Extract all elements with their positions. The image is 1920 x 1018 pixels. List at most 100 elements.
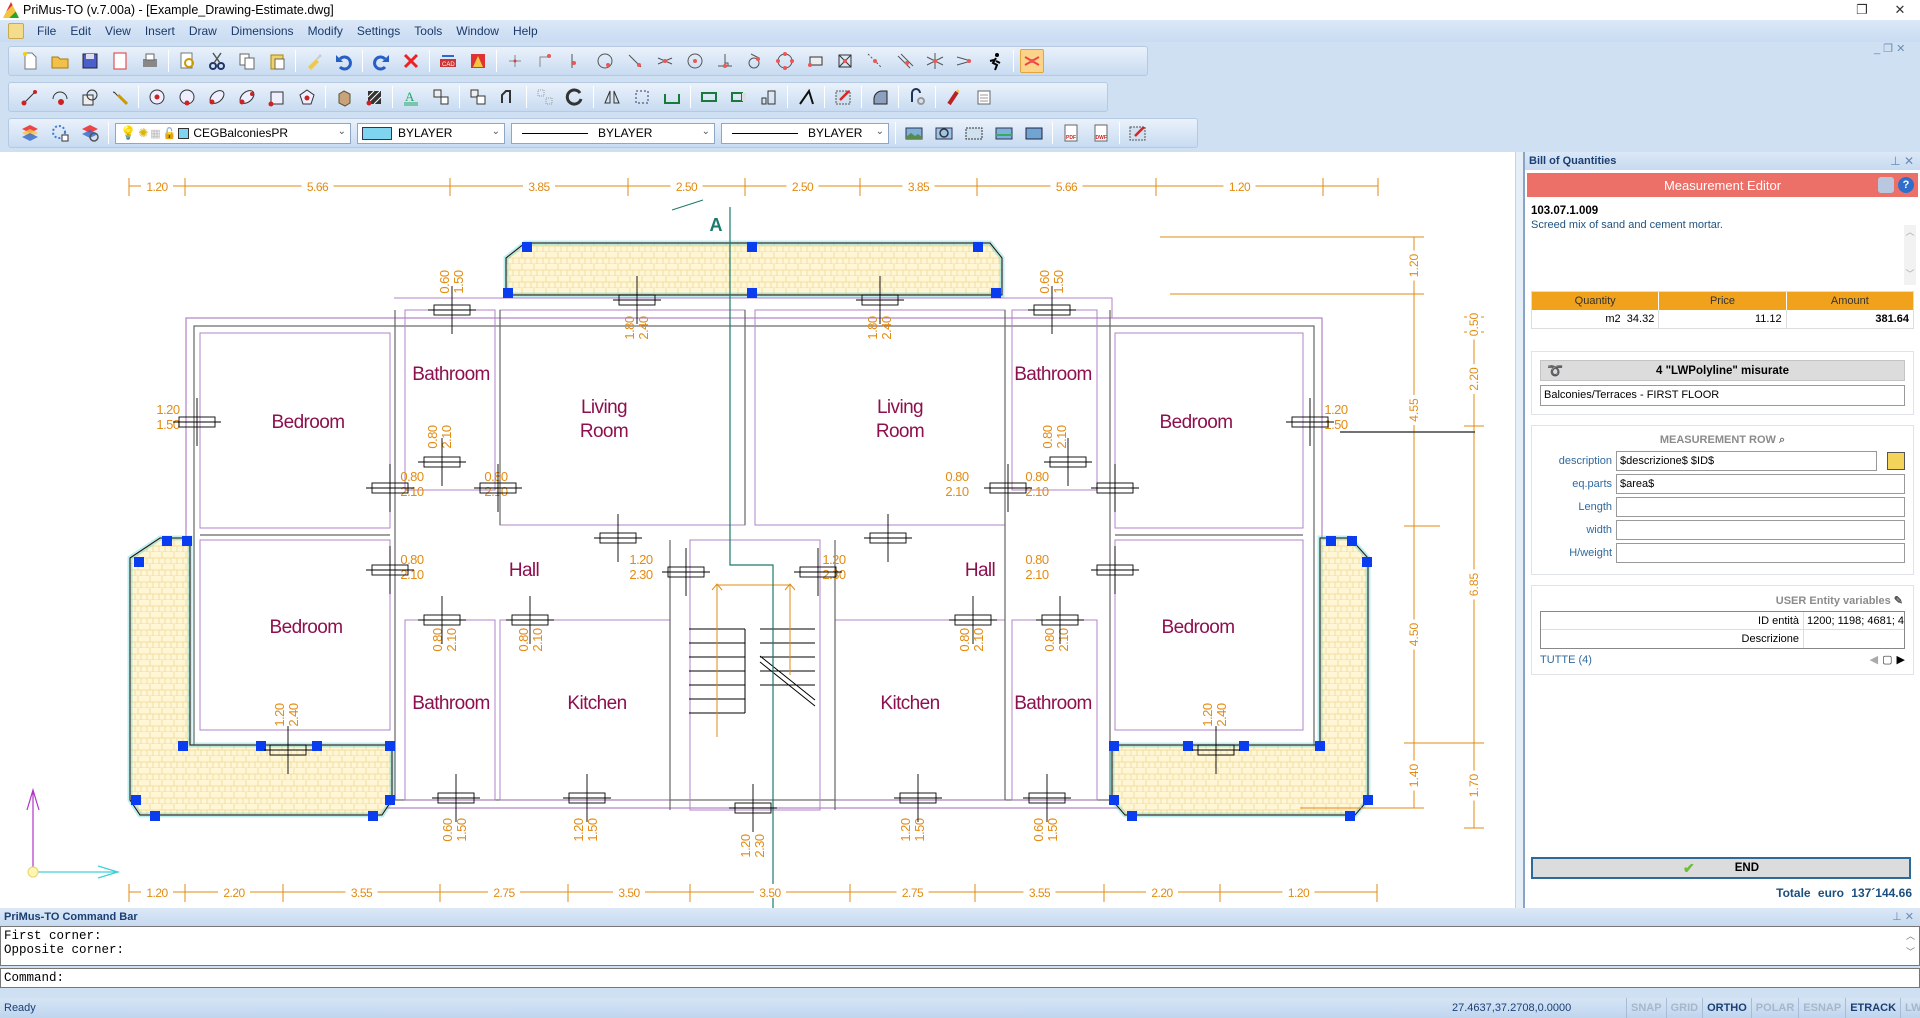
match-properties-icon[interactable] bbox=[302, 49, 326, 73]
snap-intersection-icon[interactable] bbox=[653, 49, 677, 73]
toggle-esnap[interactable]: ESNAP bbox=[1798, 998, 1845, 1018]
document-icon[interactable] bbox=[8, 23, 24, 39]
grip-handle[interactable] bbox=[385, 741, 395, 751]
polygon-icon[interactable] bbox=[295, 85, 319, 109]
snap-cross-2-icon[interactable] bbox=[953, 49, 977, 73]
description-input[interactable]: $descrizione$ $ID$ bbox=[1616, 451, 1877, 471]
grip-handle[interactable] bbox=[1345, 811, 1355, 821]
menu-help[interactable]: Help bbox=[506, 24, 545, 38]
image-clip-icon[interactable] bbox=[962, 121, 986, 145]
grip-handle[interactable] bbox=[1347, 536, 1357, 546]
new-file-icon[interactable] bbox=[18, 49, 42, 73]
sketch-icon[interactable] bbox=[108, 85, 132, 109]
settings-icon[interactable] bbox=[1878, 177, 1894, 193]
snap-parallel-icon[interactable] bbox=[893, 49, 917, 73]
grip-handle[interactable] bbox=[256, 741, 266, 751]
primus-logo-icon[interactable] bbox=[466, 49, 490, 73]
snap-extension-icon[interactable] bbox=[863, 49, 887, 73]
command-bar-pin-close[interactable]: ⊥ ✕ bbox=[1892, 908, 1914, 926]
grip-handle[interactable] bbox=[150, 811, 160, 821]
layer-dropdown[interactable]: 💡 ✺ ▦ 🔓 CEGBalconiesPR ⌄ bbox=[115, 122, 351, 144]
snap-nearest-icon[interactable] bbox=[623, 49, 647, 73]
trim-icon[interactable] bbox=[660, 85, 684, 109]
grip-handle[interactable] bbox=[385, 795, 395, 805]
rotate-icon[interactable] bbox=[563, 85, 587, 109]
grip-handle[interactable] bbox=[1362, 557, 1372, 567]
save-icon[interactable] bbox=[78, 49, 102, 73]
help-icon[interactable]: ? bbox=[1898, 177, 1914, 193]
3d-box-icon[interactable] bbox=[332, 85, 356, 109]
end-button[interactable]: ✔ END bbox=[1531, 857, 1911, 879]
grip-handle[interactable] bbox=[522, 242, 532, 252]
image-adjust-icon[interactable] bbox=[992, 121, 1016, 145]
image-zoom-icon[interactable] bbox=[932, 121, 956, 145]
zoom-entity-icon[interactable]: ⌕ bbox=[1779, 434, 1785, 446]
ellipse-arc-icon[interactable] bbox=[235, 85, 259, 109]
toggle-lwt[interactable]: LWT bbox=[1900, 998, 1920, 1018]
grip-handle[interactable] bbox=[134, 557, 144, 567]
attach-dwf-icon[interactable]: DWF bbox=[1089, 121, 1113, 145]
snap-node-icon[interactable] bbox=[683, 49, 707, 73]
menu-modify[interactable]: Modify bbox=[301, 24, 350, 38]
snap-endpoint-icon[interactable] bbox=[533, 49, 557, 73]
grip-handle[interactable] bbox=[973, 242, 983, 252]
circle-icon[interactable] bbox=[145, 85, 169, 109]
move-icon[interactable] bbox=[466, 85, 490, 109]
close-window-button[interactable]: ✕ bbox=[1882, 0, 1918, 20]
grip-handle[interactable] bbox=[131, 795, 141, 805]
menu-view[interactable]: View bbox=[98, 24, 138, 38]
copy-object-icon[interactable] bbox=[429, 85, 453, 109]
color-dropdown[interactable]: BYLAYER ⌄ bbox=[357, 122, 505, 144]
lasso-icon[interactable]: ➰ bbox=[1547, 363, 1563, 379]
arc-icon[interactable] bbox=[48, 85, 72, 109]
layer-state-icon[interactable] bbox=[78, 121, 102, 145]
drawing-canvas[interactable]: A 1.20 5.66 3.85 2.50 2.50 3.85 5.66 1.20 1.20 2.2… bbox=[0, 152, 1515, 908]
snap-center-icon[interactable] bbox=[593, 49, 617, 73]
grip-handle[interactable] bbox=[178, 741, 188, 751]
line-icon[interactable] bbox=[18, 85, 42, 109]
next-entity-icon[interactable]: ▶ bbox=[1897, 653, 1905, 666]
cut-icon[interactable] bbox=[205, 49, 229, 73]
lasso-zoom-icon[interactable] bbox=[905, 85, 929, 109]
menu-window[interactable]: Window bbox=[449, 24, 506, 38]
panel-pin-close-buttons[interactable]: ⊥ ✕ bbox=[1890, 154, 1914, 168]
properties-icon[interactable] bbox=[972, 85, 996, 109]
page-setup-icon[interactable] bbox=[108, 49, 132, 73]
print-preview-icon[interactable] bbox=[175, 49, 199, 73]
variable-picker-button[interactable] bbox=[1887, 452, 1905, 470]
chamfer-icon[interactable] bbox=[794, 85, 818, 109]
menu-edit[interactable]: Edit bbox=[63, 24, 98, 38]
grip-handle[interactable] bbox=[503, 288, 513, 298]
break-icon[interactable] bbox=[727, 85, 751, 109]
eq-parts-input[interactable]: $area$ bbox=[1616, 474, 1905, 494]
image-edit-icon[interactable] bbox=[1126, 121, 1150, 145]
toggle-snap[interactable]: SNAP bbox=[1626, 998, 1666, 1018]
extend-icon[interactable] bbox=[697, 85, 721, 109]
fillet-icon[interactable] bbox=[868, 85, 892, 109]
layer-manager-icon[interactable] bbox=[18, 121, 42, 145]
all-entities-link[interactable]: TUTTE (4) bbox=[1540, 654, 1592, 666]
copy-icon[interactable] bbox=[235, 49, 259, 73]
grip-handle[interactable] bbox=[1326, 536, 1336, 546]
hatch-icon[interactable] bbox=[362, 85, 386, 109]
snap-quadrant-icon[interactable] bbox=[773, 49, 797, 73]
explode-icon[interactable] bbox=[942, 85, 966, 109]
grip-handle[interactable] bbox=[1109, 741, 1119, 751]
grip-handle[interactable] bbox=[162, 536, 172, 546]
history-scrollbar[interactable]: ︿ ﹀ bbox=[1906, 929, 1915, 961]
toggle-grid[interactable]: GRID bbox=[1665, 998, 1703, 1018]
menu-dimensions[interactable]: Dimensions bbox=[224, 24, 301, 38]
attach-image-icon[interactable] bbox=[902, 121, 926, 145]
menu-settings[interactable]: Settings bbox=[350, 24, 407, 38]
grip-handle[interactable] bbox=[1109, 795, 1119, 805]
grip-handle[interactable] bbox=[1363, 795, 1373, 805]
edit-icon[interactable]: ✎ bbox=[1894, 595, 1903, 607]
grip-handle[interactable] bbox=[368, 811, 378, 821]
region-icon[interactable] bbox=[78, 85, 102, 109]
snap-midpoint-icon[interactable] bbox=[563, 49, 587, 73]
snap-cross-icon[interactable] bbox=[923, 49, 947, 73]
running-snap-icon[interactable] bbox=[983, 49, 1007, 73]
grip-handle[interactable] bbox=[747, 288, 757, 298]
ellipse-icon[interactable] bbox=[205, 85, 229, 109]
entity-select-icon[interactable]: ▢ bbox=[1882, 653, 1892, 666]
